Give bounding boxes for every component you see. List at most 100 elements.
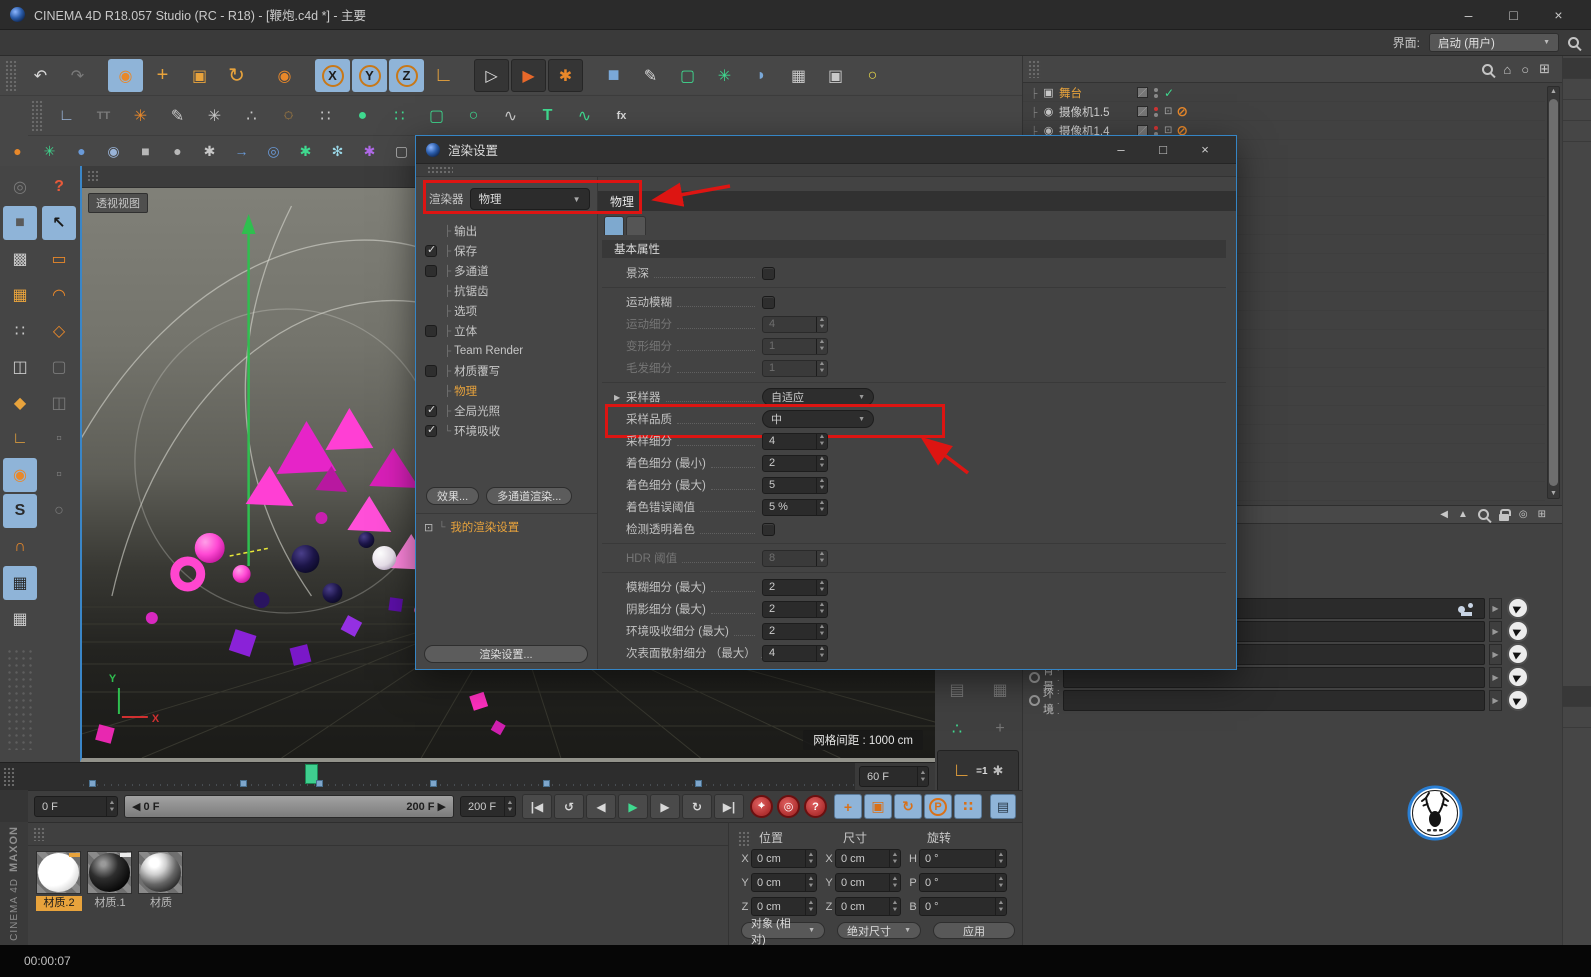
points-mode-button[interactable]: ∷ bbox=[3, 314, 37, 348]
settings-nav-item[interactable]: 保存 bbox=[420, 241, 593, 261]
previous-frame-button[interactable]: ◀ bbox=[586, 794, 616, 819]
target-icon[interactable]: ◎ bbox=[1519, 509, 1528, 520]
sphere-icon[interactable]: ● bbox=[163, 138, 192, 164]
edges-mode-button[interactable]: ◫ bbox=[3, 350, 37, 384]
square-dim-icon[interactable]: ▫ bbox=[42, 422, 76, 456]
search-icon[interactable] bbox=[1482, 63, 1494, 75]
lock-y-axis-button[interactable]: Y bbox=[352, 59, 387, 92]
network-tool-icon[interactable]: ✳ bbox=[123, 99, 158, 132]
settings-nav-item[interactable]: Team Render bbox=[420, 341, 593, 361]
dot-circle-icon[interactable]: ◌ bbox=[271, 99, 306, 132]
render-settings-menu-button[interactable]: 渲染设置... bbox=[424, 645, 588, 663]
expand-button[interactable]: ▶ bbox=[1489, 690, 1502, 711]
rotation-p-field[interactable]: 0 ° ▲ ▼ bbox=[919, 873, 1007, 892]
keyframe-marker[interactable] bbox=[543, 780, 551, 787]
tab-takes[interactable] bbox=[1563, 79, 1591, 100]
wire-sphere-icon[interactable]: ○ bbox=[456, 99, 491, 132]
scale-tool[interactable]: ▣ bbox=[182, 59, 217, 92]
expand-button[interactable]: ▶ bbox=[1489, 644, 1502, 665]
object-manager-grip[interactable] bbox=[1028, 60, 1041, 78]
rotation-b-field[interactable]: 0 ° ▲ ▼ bbox=[919, 897, 1007, 916]
minimize-button[interactable]: – bbox=[1446, 1, 1491, 29]
current-frame-field[interactable]: 0 F ▲ ▼ bbox=[34, 796, 118, 817]
dialog-close-button[interactable]: × bbox=[1184, 137, 1226, 163]
transform-dim-icon[interactable]: ▢ bbox=[42, 350, 76, 384]
setting-dropdown[interactable]: 自适应 ▼ bbox=[762, 388, 874, 406]
preset-label[interactable]: 我的渲染设置 bbox=[450, 519, 519, 535]
setting-number-field[interactable]: 4 ▲ ▼ bbox=[762, 432, 828, 450]
setting-checkbox[interactable] bbox=[762, 295, 775, 309]
render-preset-item[interactable]: ⊡ └ 我的渲染设置 bbox=[424, 519, 519, 535]
material-preview[interactable] bbox=[87, 851, 132, 894]
tools-tile[interactable]: + bbox=[980, 711, 1020, 747]
tab-layers[interactable] bbox=[1563, 707, 1591, 728]
settings-tab[interactable] bbox=[626, 216, 646, 235]
nav-label[interactable]: 全局光照 bbox=[454, 403, 500, 419]
apply-button[interactable]: 应用 bbox=[933, 922, 1015, 939]
tab-content-browser[interactable] bbox=[1563, 100, 1591, 121]
setting-dropdown[interactable]: 中 ▼ bbox=[762, 410, 874, 428]
layer-icon[interactable] bbox=[1137, 87, 1148, 98]
object-row-stage[interactable]: ├ 舞台 ✓ ⊡ ⊘ bbox=[1023, 83, 1545, 102]
world-grid-icon[interactable]: ◎ bbox=[3, 170, 37, 204]
globe-icon[interactable]: ◎ bbox=[259, 138, 288, 164]
goto-end-button[interactable]: ▶| bbox=[714, 794, 744, 819]
nav-checkbox[interactable] bbox=[425, 403, 437, 417]
size-x-field[interactable]: 0 cm ▲ ▼ bbox=[835, 849, 901, 868]
viewport-input-button[interactable]: ◉ bbox=[3, 458, 37, 492]
material-thumb-1[interactable]: 材质.1 bbox=[87, 851, 133, 911]
setting-number-field[interactable]: 1 ▲ ▼ bbox=[762, 337, 828, 355]
tab-structure[interactable] bbox=[1563, 121, 1591, 142]
expand-button[interactable]: ▶ bbox=[1489, 667, 1502, 688]
expand-button[interactable]: ▶ bbox=[1489, 621, 1502, 642]
setting-number-field[interactable]: 5 ▲ ▼ bbox=[762, 476, 828, 494]
close-button[interactable]: × bbox=[1536, 1, 1581, 29]
toolbar-grip[interactable] bbox=[31, 100, 44, 131]
setting-number-field[interactable]: 5 % ▲ ▼ bbox=[762, 498, 828, 516]
axis-scale-widget[interactable]: ∟ =1 ✱ bbox=[937, 750, 1019, 792]
nav-checkbox[interactable] bbox=[425, 265, 437, 277]
lock-icon[interactable] bbox=[1498, 508, 1511, 521]
render-settings-dialog[interactable]: 渲染设置 – □ × 渲染器 物理▼ 输出 保存 bbox=[415, 135, 1237, 670]
camera-menu[interactable]: ▣ bbox=[818, 59, 853, 92]
spline-pen-icon[interactable]: ✎ bbox=[160, 99, 195, 132]
text-tool-icon[interactable]: T bbox=[530, 99, 565, 132]
setting-checkbox[interactable] bbox=[762, 266, 775, 280]
tab-objects[interactable] bbox=[1563, 58, 1591, 79]
workplane-mode-button[interactable]: ▦ bbox=[3, 278, 37, 312]
back-icon[interactable]: ◀ bbox=[1440, 509, 1448, 520]
object-label[interactable]: 摄像机1.5 bbox=[1059, 104, 1110, 120]
settings-nav-item[interactable]: 多通道 bbox=[420, 261, 593, 281]
emitter-icon[interactable]: ✳ bbox=[35, 138, 64, 164]
nav-label[interactable]: 多通道 bbox=[454, 263, 489, 279]
position-z-field[interactable]: 0 cm ▲ ▼ bbox=[751, 897, 817, 916]
setting-number-field[interactable]: 4 ▲ ▼ bbox=[762, 644, 828, 662]
size-mode-dropdown[interactable]: 绝对尺寸 ▼ bbox=[837, 922, 921, 939]
layer-icon[interactable] bbox=[1137, 106, 1148, 117]
setting-number-field[interactable]: 2 ▲ ▼ bbox=[762, 454, 828, 472]
position-y-field[interactable]: 0 cm ▲ ▼ bbox=[751, 873, 817, 892]
arrange-tool-icon[interactable]: ∟ bbox=[49, 99, 84, 132]
remesh-icon[interactable]: ▢ bbox=[419, 99, 454, 132]
frame-range-slider[interactable]: ◀ 0 F 200 F ▶ bbox=[124, 795, 454, 818]
key-pla-toggle[interactable]: ∷ bbox=[954, 794, 982, 819]
snowflake-icon[interactable]: ✻ bbox=[323, 138, 352, 164]
setting-number-field[interactable]: 8 ▲ ▼ bbox=[762, 549, 828, 567]
light-menu[interactable]: ○ bbox=[855, 59, 890, 92]
position-x-field[interactable]: 0 cm ▲ ▼ bbox=[751, 849, 817, 868]
filter-tile[interactable]: ▤ bbox=[937, 672, 977, 708]
redo-button[interactable]: ↷ bbox=[60, 59, 95, 92]
end-frame-field[interactable]: 200 F ▲ ▼ bbox=[460, 796, 516, 817]
material-preview[interactable] bbox=[138, 851, 183, 894]
live-selection-button[interactable]: ↖ bbox=[42, 206, 76, 240]
nav-label[interactable]: 环境吸收 bbox=[454, 423, 500, 439]
model-mode-button[interactable]: ■ bbox=[3, 206, 37, 240]
nav-label[interactable]: Team Render bbox=[454, 345, 523, 357]
setting-number-field[interactable]: 2 ▲ ▼ bbox=[762, 622, 828, 640]
axis-mode-button[interactable]: ∟ bbox=[3, 422, 37, 456]
lasso-selection-button[interactable]: ◠ bbox=[42, 278, 76, 312]
add-panel-icon[interactable]: ⊞ bbox=[1539, 61, 1550, 77]
rotate-tool[interactable]: ↻ bbox=[219, 59, 254, 92]
dot-path-icon[interactable]: ∴ bbox=[234, 99, 269, 132]
pick-object-button[interactable]: ▶ bbox=[1507, 666, 1529, 688]
